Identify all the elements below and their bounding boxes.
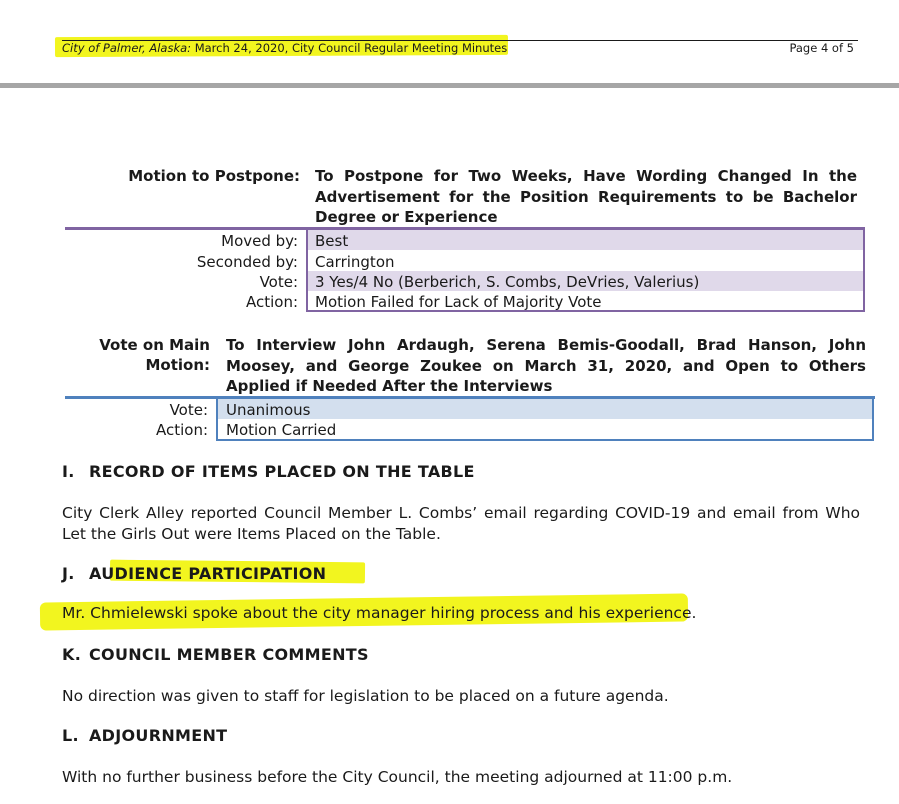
- motion-postpone-vote-table: Moved by: Best Seconded by: Carrington V…: [65, 227, 865, 312]
- main-vote-value: Unanimous: [226, 401, 311, 419]
- table-right-border: [863, 227, 865, 312]
- motion-postpone-text: To Postpone for Two Weeks, Have Wording …: [315, 167, 857, 226]
- page-header-title: City of Palmer, Alaska: March 24, 2020, …: [62, 41, 507, 55]
- seconded-by-label: Seconded by:: [196, 253, 298, 271]
- main-vote-label: Vote:: [169, 401, 208, 419]
- action-label: Action:: [245, 293, 298, 311]
- table-right-border: [872, 396, 874, 441]
- moved-by-value: Best: [315, 232, 349, 250]
- vote-label: Vote:: [259, 273, 298, 291]
- section-i-body: City Clerk Alley reported Council Member…: [62, 504, 860, 543]
- section-j-body: Mr. Chmielewski spoke about the city man…: [62, 604, 697, 622]
- main-motion-label-line2: Motion:: [145, 356, 210, 374]
- vote-value: 3 Yes/4 No (Berberich, S. Combs, DeVries…: [315, 273, 700, 291]
- main-motion-vote-table: Vote: Unanimous Action: Motion Carried: [65, 396, 875, 441]
- moved-by-label: Moved by:: [221, 232, 298, 250]
- section-j-heading: J. AUDIENCE PARTICIPATION: [62, 564, 327, 583]
- page-number: Page 4 of 5: [789, 41, 854, 55]
- main-motion-label: Vote on Main Motion:: [60, 335, 210, 375]
- section-l-body: With no further business before the City…: [62, 768, 733, 786]
- section-i-heading: I. RECORD OF ITEMS PLACED ON THE TABLE: [62, 462, 475, 481]
- section-l-heading: L. ADJOURNMENT: [62, 726, 228, 745]
- main-motion-label-line1: Vote on Main: [99, 336, 210, 354]
- main-action-label: Action:: [155, 421, 208, 439]
- band-row-1: [308, 230, 863, 250]
- section-k-body: No direction was given to staff for legi…: [62, 687, 669, 705]
- header-title-rest: March 24, 2020, City Council Regular Mee…: [191, 41, 508, 55]
- main-action-value: Motion Carried: [226, 421, 337, 439]
- header-divider-bar: [0, 83, 899, 88]
- action-value: Motion Failed for Lack of Majority Vote: [315, 293, 602, 311]
- main-motion-text: To Interview John Ardaugh, Serena Bemis-…: [226, 336, 866, 395]
- band-row-1: [218, 399, 872, 419]
- section-k-heading: K. COUNCIL MEMBER COMMENTS: [62, 645, 369, 664]
- seconded-by-value: Carrington: [315, 253, 395, 271]
- header-city: City of Palmer, Alaska:: [62, 41, 192, 55]
- motion-postpone-label: Motion to Postpone:: [128, 167, 300, 185]
